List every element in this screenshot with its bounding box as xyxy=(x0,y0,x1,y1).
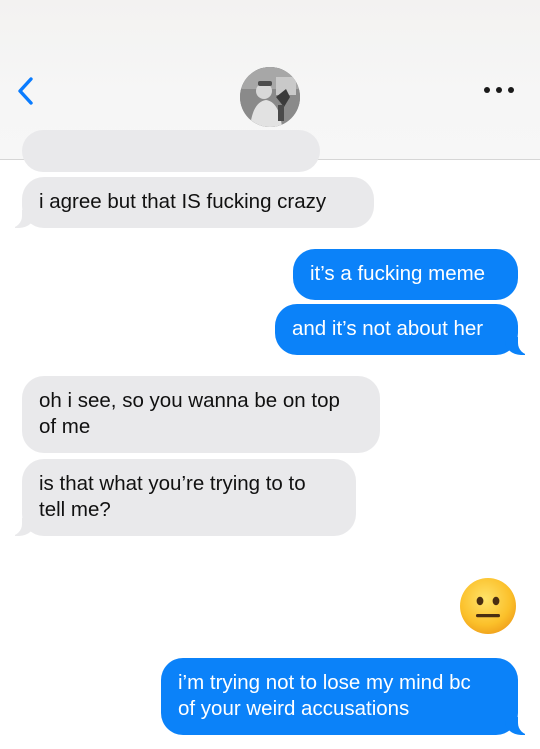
dot-icon xyxy=(508,87,514,93)
dot-icon xyxy=(496,87,502,93)
message-bubble-incoming[interactable]: oh i see, so you wanna be on top of me xyxy=(22,376,380,453)
neutral-face-emoji-icon[interactable] xyxy=(459,577,517,635)
contact-avatar[interactable] xyxy=(240,67,300,127)
message-bubble-incoming-partial xyxy=(22,130,320,172)
message-text-line: of me xyxy=(39,415,91,438)
message-bubble-incoming[interactable]: is that what you’re trying to to tell me… xyxy=(0,459,356,536)
back-chevron-icon[interactable] xyxy=(14,76,40,106)
message-text-line: is that what you’re trying to to xyxy=(39,472,306,495)
message-bubble-outgoing[interactable]: and it’s not about her xyxy=(275,304,540,355)
message-text-line: i’m trying not to lose my mind bc xyxy=(178,671,471,694)
avatar-photo-icon xyxy=(240,67,300,127)
message-text: it’s a fucking meme xyxy=(310,262,486,285)
message-text-line: tell me? xyxy=(39,498,111,521)
dot-icon xyxy=(484,87,490,93)
message-text-line: oh i see, so you wanna be on top xyxy=(39,389,340,412)
more-options-icon[interactable] xyxy=(484,84,514,96)
message-text: i agree but that IS fucking crazy xyxy=(39,190,327,213)
message-text-line: of your weird accusations xyxy=(178,697,410,720)
message-bubble-outgoing[interactable]: it’s a fucking meme xyxy=(293,249,518,300)
message-text: and it’s not about her xyxy=(292,317,484,340)
message-bubble-incoming[interactable]: i agree but that IS fucking crazy xyxy=(0,177,374,228)
message-bubble-outgoing[interactable]: i’m trying not to lose my mind bc of you… xyxy=(161,658,540,735)
